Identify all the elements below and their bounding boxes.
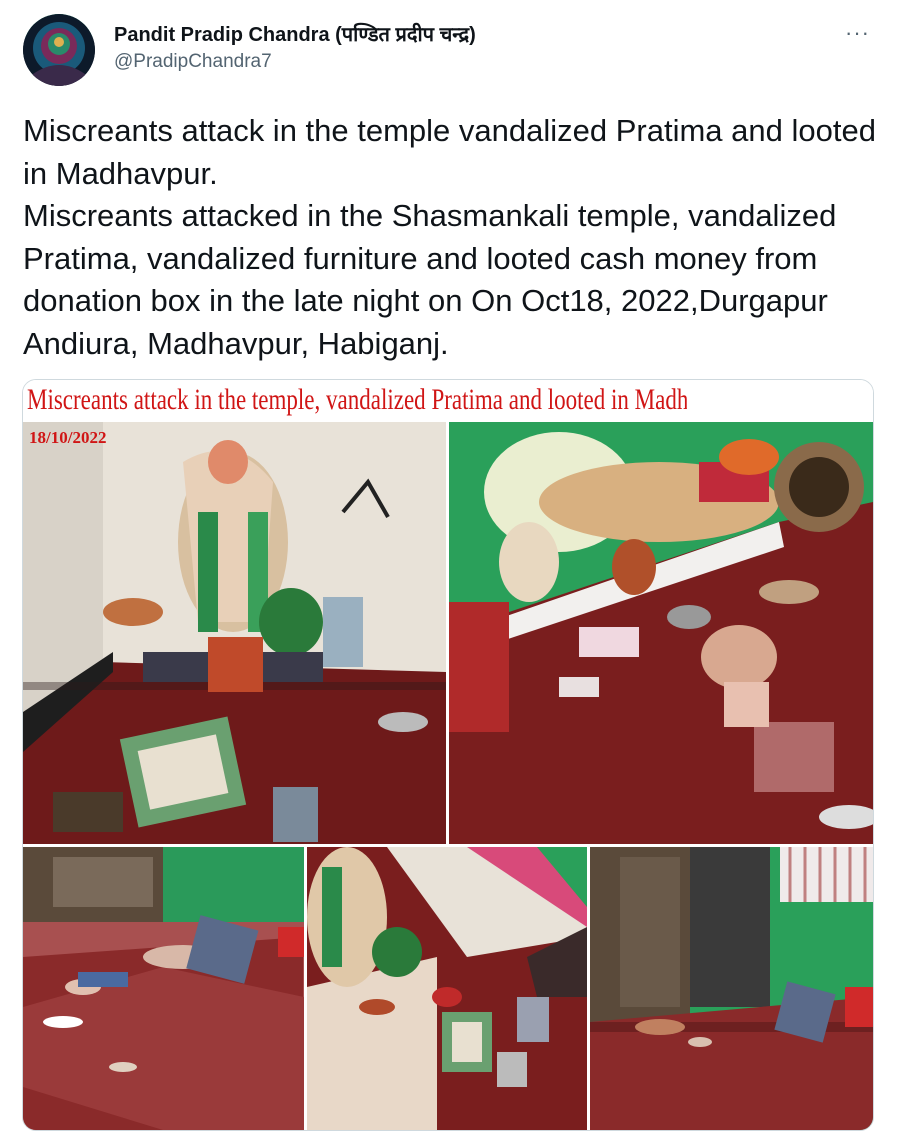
media-banner: Miscreants attack in the temple, vandali… (23, 380, 873, 422)
date-stamp: 18/10/2022 (29, 428, 107, 447)
photo-idol-corner (23, 422, 446, 844)
tweet-text-line: Miscreants attacked in the Shasmankali t… (23, 198, 837, 361)
media-banner-title: Miscreants attack in the temple, vandali… (27, 384, 687, 416)
tweet-text: Miscreants attack in the temple vandaliz… (23, 110, 883, 365)
avatar[interactable] (23, 14, 95, 86)
author-handle[interactable]: @PradipChandra7 (114, 51, 272, 73)
tweet-media[interactable]: Miscreants attack in the temple, vandali… (22, 379, 874, 1131)
photo-broken-floor (23, 847, 304, 1130)
photo-room-floor (590, 847, 873, 1130)
tweet-text-line: Miscreants attack in the temple vandaliz… (23, 113, 876, 191)
photo-cabinet-debris (307, 847, 587, 1130)
more-options-icon[interactable]: ··· (845, 20, 870, 46)
author-name[interactable]: Pandit Pradip Chandra (पण्डित प्रदीप चन्… (114, 20, 476, 47)
photo-idol-altar (449, 422, 873, 844)
tweet: Pandit Pradip Chandra (पण्डित प्रदीप चन्… (0, 0, 904, 1135)
